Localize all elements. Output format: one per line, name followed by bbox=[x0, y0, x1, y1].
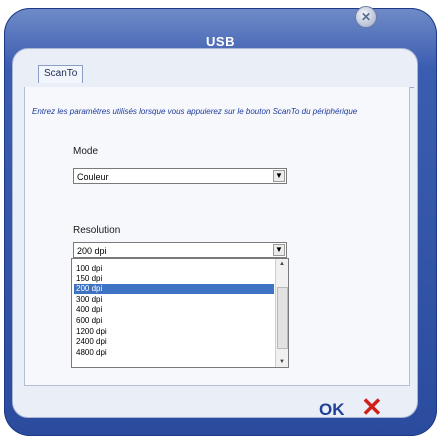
window-title: USB bbox=[206, 34, 235, 49]
chevron-down-icon[interactable]: ▼ bbox=[273, 244, 285, 256]
ok-button[interactable]: OK bbox=[319, 400, 345, 420]
list-item[interactable]: 4800 dpi bbox=[74, 348, 274, 358]
scroll-up-icon[interactable]: ▲ bbox=[276, 259, 288, 269]
list-item-selected[interactable]: 200 dpi bbox=[74, 284, 274, 294]
list-item[interactable]: 400 dpi bbox=[74, 305, 274, 315]
tab-scanto[interactable]: ScanTo bbox=[38, 65, 84, 83]
resolution-select[interactable]: 200 dpi ▼ bbox=[73, 242, 287, 258]
list-item[interactable]: 2400 dpi bbox=[74, 337, 274, 347]
tab-strip: ScanTo bbox=[24, 55, 414, 88]
resolution-label: Resolution bbox=[73, 225, 121, 236]
resolution-value: 200 dpi bbox=[77, 246, 107, 256]
scroll-down-icon[interactable]: ▼ bbox=[276, 357, 288, 367]
close-icon[interactable]: ✕ bbox=[355, 6, 377, 28]
cancel-button[interactable]: ✕ bbox=[361, 394, 383, 420]
mode-value: Couleur bbox=[77, 172, 109, 182]
list-item[interactable]: 150 dpi bbox=[74, 274, 274, 284]
list-item[interactable]: 1200 dpi bbox=[74, 327, 274, 337]
instructions-text: Entrez les paramètres utilisés lorsque v… bbox=[32, 107, 358, 116]
resolution-dropdown-list[interactable]: 100 dpi 150 dpi 200 dpi 300 dpi 400 dpi … bbox=[71, 258, 289, 368]
list-item[interactable]: 100 dpi bbox=[74, 264, 274, 274]
chevron-down-icon[interactable]: ▼ bbox=[273, 170, 285, 182]
list-item[interactable]: 600 dpi bbox=[74, 316, 274, 326]
list-item[interactable]: 300 dpi bbox=[74, 295, 274, 305]
mode-label: Mode bbox=[73, 146, 99, 157]
mode-select[interactable]: Couleur ▼ bbox=[73, 168, 287, 184]
list-scrollbar[interactable]: ▲ ▼ bbox=[275, 259, 288, 367]
scroll-thumb[interactable] bbox=[277, 287, 288, 349]
